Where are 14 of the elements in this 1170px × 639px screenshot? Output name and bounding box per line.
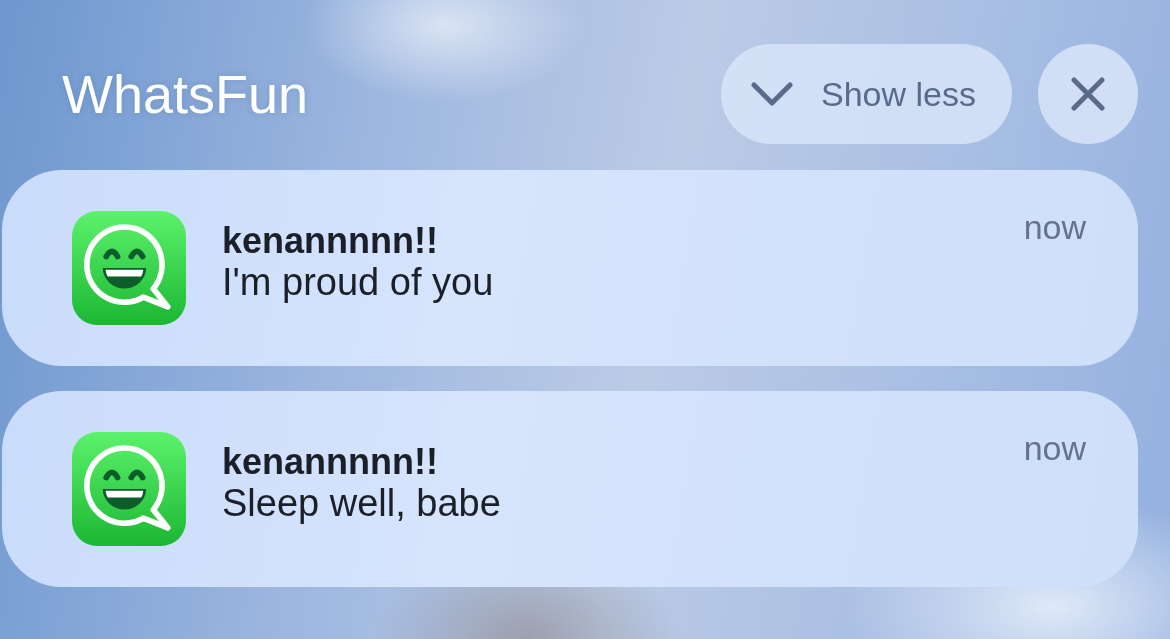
- chevron-down-icon: [751, 82, 794, 106]
- notification-card[interactable]: kenannnnn!! Sleep well, babe now: [2, 391, 1138, 587]
- smiley-chat-app-icon: [72, 211, 186, 325]
- show-less-button[interactable]: Show less: [721, 44, 1012, 144]
- timestamp: now: [1023, 207, 1086, 248]
- close-icon: [1071, 77, 1105, 111]
- smiley-chat-app-icon: [72, 432, 186, 546]
- sender-name: kenannnnn!!: [222, 220, 439, 262]
- notification-card[interactable]: kenannnnn!! I'm proud of you now: [2, 170, 1138, 366]
- app-name: WhatsFun: [62, 67, 309, 121]
- timestamp: now: [1023, 428, 1086, 469]
- sender-name: kenannnnn!!: [222, 441, 439, 483]
- message-text: Sleep well, babe: [222, 482, 501, 527]
- message-text: I'm proud of you: [222, 261, 494, 306]
